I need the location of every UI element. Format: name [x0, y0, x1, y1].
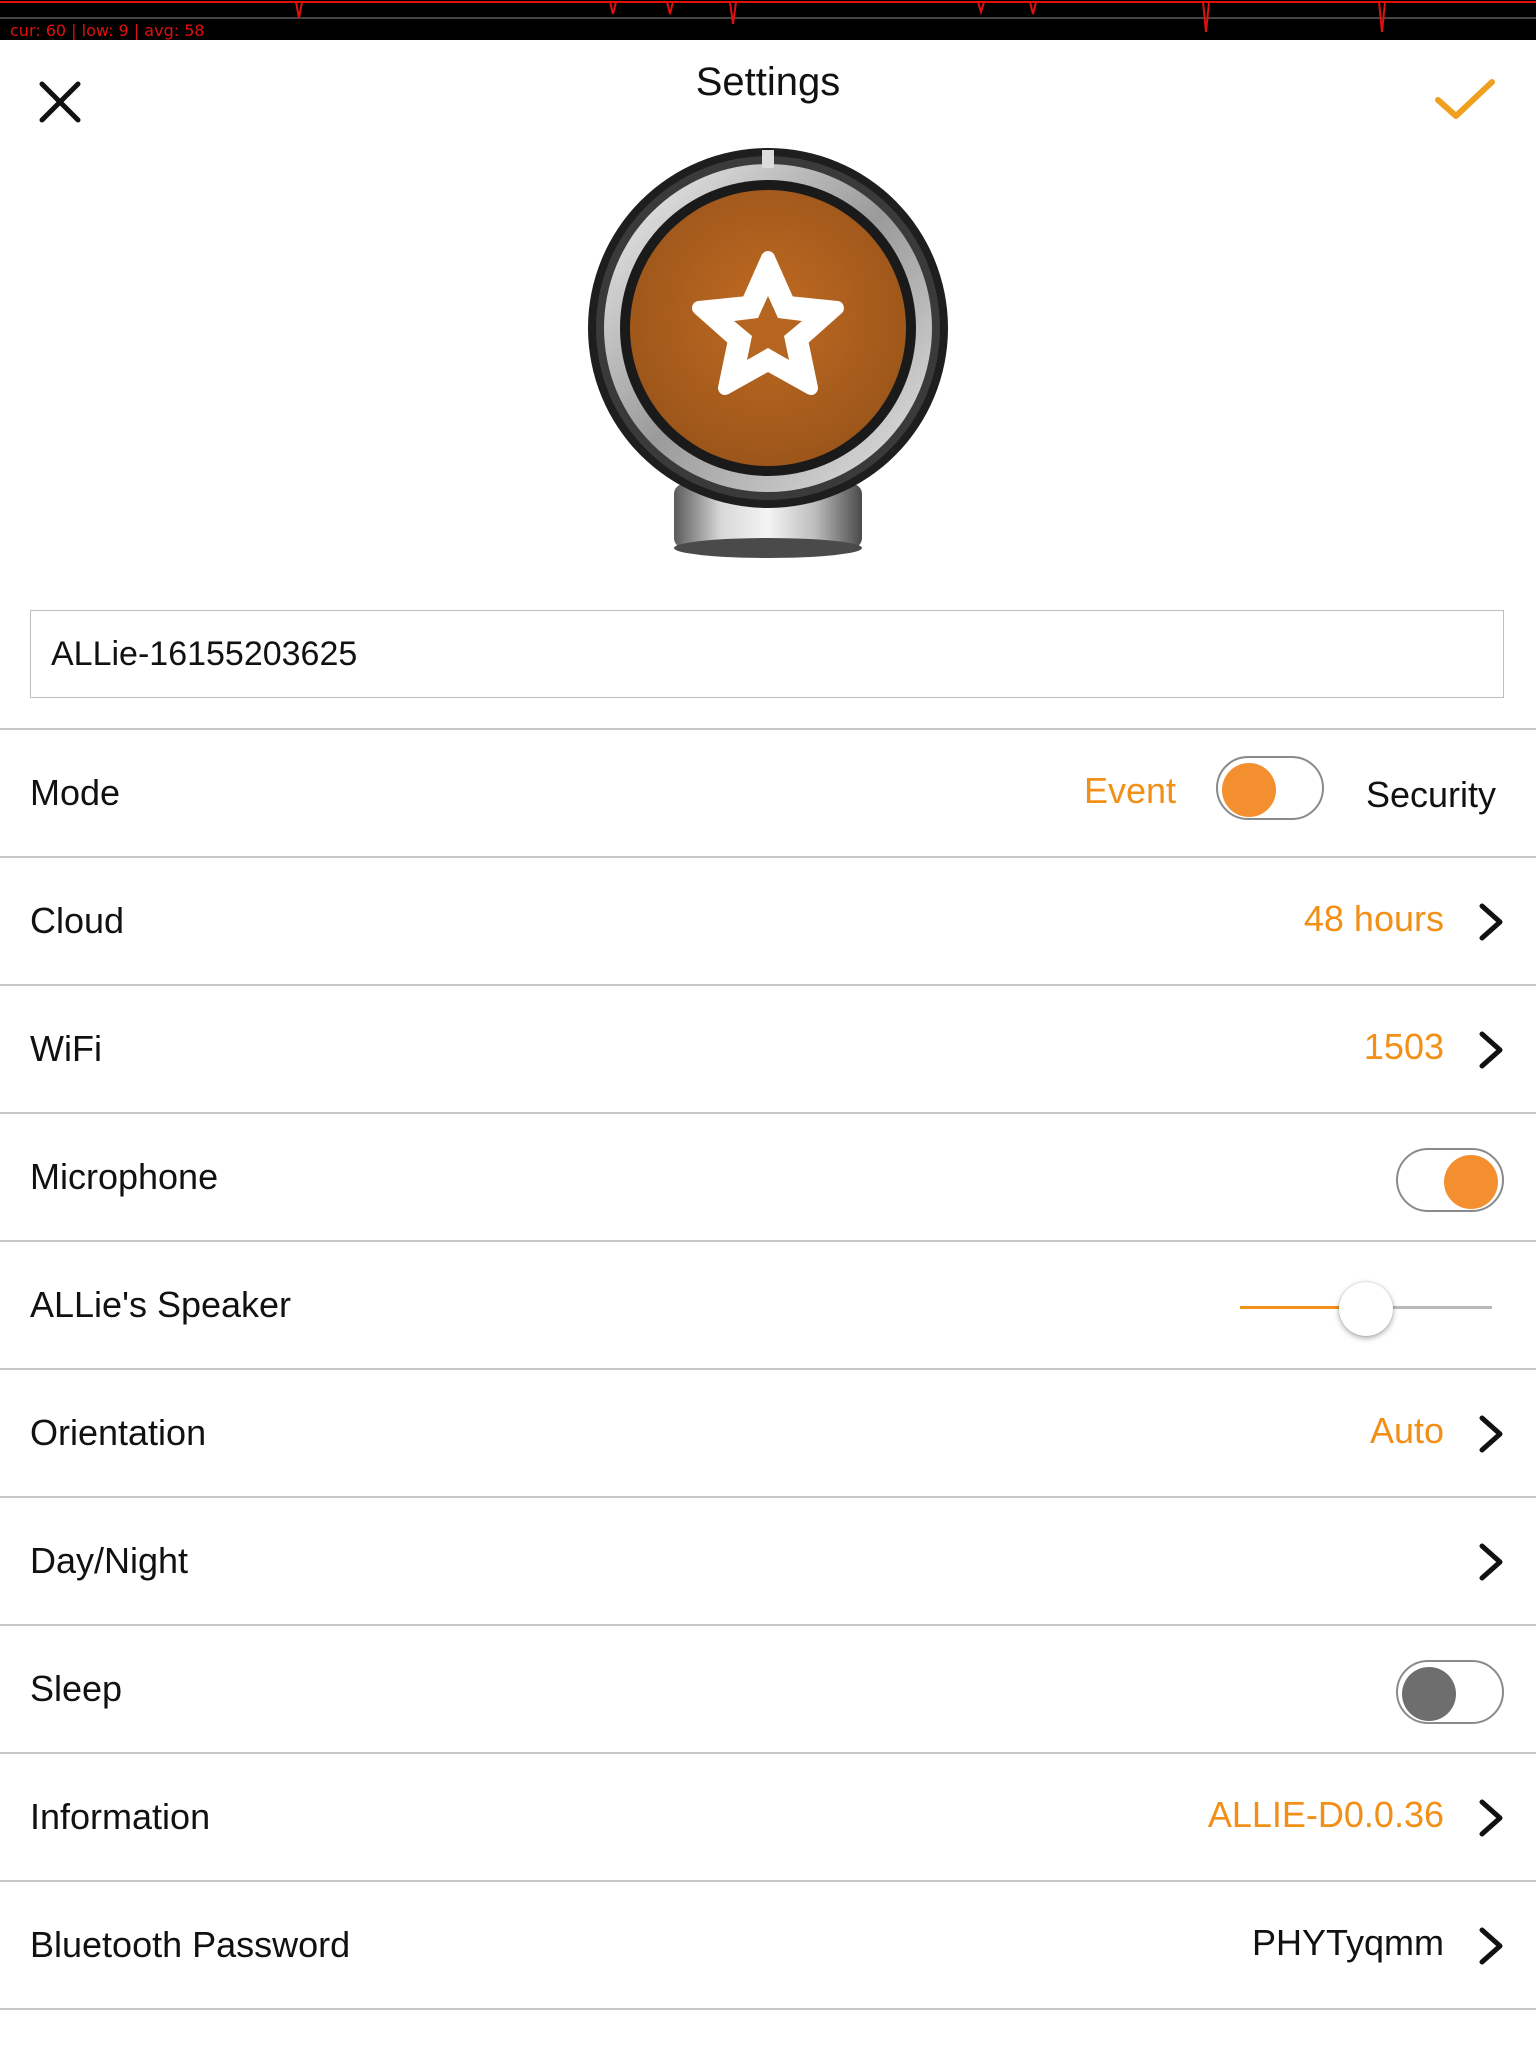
day-night-label: Day/Night [30, 1540, 189, 1581]
orientation-value: Auto [1369, 1410, 1444, 1451]
cloud-value: 48 hours [1303, 898, 1444, 939]
toggle-knob [1444, 1155, 1498, 1209]
row-orientation[interactable]: Orientation Auto [0, 1370, 1536, 1498]
row-information[interactable]: Information ALLIE-D0.0.36 [0, 1754, 1536, 1882]
slider-thumb[interactable] [1339, 1282, 1393, 1336]
chevron-right-icon [1479, 1799, 1503, 1837]
device-image [578, 148, 958, 558]
wifi-value: 1503 [1363, 1026, 1444, 1067]
row-cloud[interactable]: Cloud 48 hours [0, 858, 1536, 986]
microphone-toggle[interactable] [1396, 1148, 1504, 1212]
row-wifi[interactable]: WiFi 1503 [0, 986, 1536, 1114]
cloud-label: Cloud [30, 900, 125, 941]
speaker-volume-slider[interactable] [1240, 1282, 1492, 1336]
confirm-button[interactable] [1426, 58, 1506, 134]
mode-option-security[interactable]: Security [1366, 730, 1496, 860]
mode-toggle[interactable] [1216, 756, 1324, 820]
microphone-label: Microphone [30, 1156, 219, 1197]
speaker-label: ALLie's Speaker [30, 1284, 292, 1325]
chevron-right-icon [1479, 903, 1503, 941]
toggle-knob [1402, 1667, 1456, 1721]
row-bluetooth-password[interactable]: Bluetooth Password PHYTyqmm [0, 1882, 1536, 2010]
sleep-label: Sleep [30, 1668, 123, 1709]
heartbeat-graph [0, 0, 1536, 33]
row-sleep: Sleep [0, 1626, 1536, 1754]
chevron-right-icon [1479, 1927, 1503, 1965]
information-value: ALLIE-D0.0.36 [1207, 1794, 1444, 1835]
checkmark-icon [1435, 79, 1495, 119]
mode-option-event[interactable]: Event [1084, 730, 1176, 852]
information-label: Information [30, 1796, 211, 1837]
header: Settings [0, 40, 1536, 130]
toggle-knob [1222, 763, 1276, 817]
wifi-label: WiFi [30, 1028, 102, 1069]
mode-label: Mode [30, 772, 121, 813]
row-day-night[interactable]: Day/Night [0, 1498, 1536, 1626]
sleep-toggle[interactable] [1396, 1660, 1504, 1724]
debug-monitor: cur: 60 | low: 9 | avg: 58 [0, 0, 1536, 40]
page-title: Settings [695, 60, 841, 104]
row-microphone: Microphone [0, 1114, 1536, 1242]
bluetooth-password-value: PHYTyqmm [1251, 1922, 1444, 1963]
orientation-label: Orientation [30, 1412, 207, 1453]
chevron-right-icon [1479, 1543, 1503, 1581]
row-mode: Mode Event Security [0, 730, 1536, 858]
chevron-right-icon [1479, 1415, 1503, 1453]
settings-list: Mode Event Security Cloud 48 hours WiFi … [0, 728, 1536, 2010]
device-name-field[interactable] [30, 610, 1504, 698]
debug-stats: cur: 60 | low: 9 | avg: 58 [10, 21, 205, 40]
row-speaker: ALLie's Speaker [0, 1242, 1536, 1370]
bluetooth-password-label: Bluetooth Password [30, 1924, 351, 1965]
chevron-right-icon [1479, 1031, 1503, 1069]
